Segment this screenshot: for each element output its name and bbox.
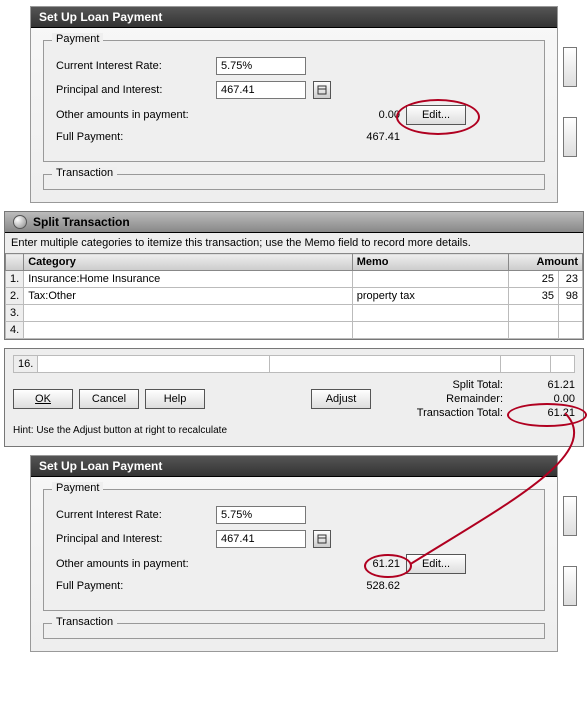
split-table-tail: 16. — [13, 355, 575, 373]
row-num-16: 16. — [14, 356, 38, 373]
table-row[interactable]: 1.Insurance:Home Insurance 2523 — [6, 271, 583, 288]
full-value: 467.41 — [216, 131, 406, 143]
cancel-button[interactable]: Cancel — [79, 389, 139, 409]
side-buttons — [563, 47, 577, 157]
remainder-value: 0.00 — [515, 393, 575, 405]
txn-total-value: 61.21 — [547, 407, 575, 419]
adjust-button[interactable]: Adjust — [311, 389, 371, 409]
row-num: 1. — [6, 271, 24, 288]
table-row[interactable]: 2.Tax:Otherproperty tax3598 — [6, 288, 583, 305]
payment-group-label: Payment — [52, 33, 103, 45]
remainder-label: Remainder: — [417, 393, 503, 405]
other-value: 0.00 — [216, 109, 406, 121]
full-value-2: 528.62 — [216, 580, 406, 592]
payment-group: Payment Current Interest Rate: Principal… — [43, 40, 545, 162]
transaction-group: Transaction — [43, 174, 545, 190]
full-label-2: Full Payment: — [56, 580, 216, 592]
pi-input-2[interactable] — [216, 530, 306, 548]
cell-amount[interactable] — [509, 322, 559, 339]
col-memo[interactable]: Memo — [352, 254, 508, 271]
ok-button[interactable]: OK — [13, 389, 73, 409]
cell-memo[interactable]: property tax — [352, 288, 508, 305]
other-label-2: Other amounts in payment: — [56, 558, 216, 570]
payment-group-2: Payment Current Interest Rate: Principal… — [43, 489, 545, 611]
row-num: 4. — [6, 322, 24, 339]
transaction-group-label: Transaction — [52, 167, 117, 179]
payment-group-label-2: Payment — [52, 482, 103, 494]
cell-amount-16[interactable] — [501, 356, 551, 373]
pi-label: Principal and Interest: — [56, 84, 216, 96]
cell-category[interactable]: Insurance:Home Insurance — [24, 271, 353, 288]
side-button-1[interactable] — [563, 47, 577, 87]
cell-cents[interactable]: 98 — [559, 288, 583, 305]
calculator-icon-2[interactable] — [313, 530, 331, 548]
cell-category[interactable] — [24, 322, 353, 339]
table-row[interactable]: 4. — [6, 322, 583, 339]
help-button[interactable]: Help — [145, 389, 205, 409]
cell-cents[interactable] — [559, 305, 583, 322]
window-title: Set Up Loan Payment — [31, 7, 557, 28]
full-label: Full Payment: — [56, 131, 216, 143]
table-row[interactable]: 3. — [6, 305, 583, 322]
side-buttons-2 — [563, 496, 577, 606]
side-button-2a[interactable] — [563, 496, 577, 536]
split-transaction-window: Split Transaction Enter multiple categor… — [4, 211, 584, 340]
cell-cents[interactable] — [559, 322, 583, 339]
cell-category-16[interactable] — [38, 356, 269, 373]
rate-label-2: Current Interest Rate: — [56, 509, 216, 521]
col-num — [6, 254, 24, 271]
split-title-bar: Split Transaction — [5, 212, 583, 233]
transaction-group-label-2: Transaction — [52, 616, 117, 628]
pi-input[interactable] — [216, 81, 306, 99]
loan-payment-panel-1: Set Up Loan Payment Payment Current Inte… — [30, 6, 558, 203]
other-value-2: 61.21 — [372, 558, 400, 570]
cell-memo[interactable] — [352, 305, 508, 322]
col-category[interactable]: Category — [24, 254, 353, 271]
rate-input-2[interactable] — [216, 506, 306, 524]
cell-amount[interactable] — [509, 305, 559, 322]
cell-cents[interactable]: 23 — [559, 271, 583, 288]
cell-memo[interactable] — [352, 322, 508, 339]
transaction-group-2: Transaction — [43, 623, 545, 639]
side-button-2b[interactable] — [563, 566, 577, 606]
window-title-2: Set Up Loan Payment — [31, 456, 557, 477]
calculator-icon[interactable] — [313, 81, 331, 99]
app-icon — [13, 215, 27, 229]
split-total-label: Split Total: — [417, 379, 503, 391]
edit-button-2[interactable]: Edit... — [406, 554, 466, 574]
other-label: Other amounts in payment: — [56, 109, 216, 121]
edit-button[interactable]: Edit... — [406, 105, 466, 125]
rate-label: Current Interest Rate: — [56, 60, 216, 72]
split-description: Enter multiple categories to itemize thi… — [5, 233, 583, 253]
col-amount[interactable]: Amount — [509, 254, 583, 271]
loan-payment-panel-2: Set Up Loan Payment Payment Current Inte… — [30, 455, 558, 652]
split-table: Category Memo Amount 1.Insurance:Home In… — [5, 253, 583, 339]
cell-amount[interactable]: 25 — [509, 271, 559, 288]
split-title: Split Transaction — [33, 215, 130, 229]
hint-text: Hint: Use the Adjust button at right to … — [13, 425, 575, 436]
side-button-2[interactable] — [563, 117, 577, 157]
cell-memo-16[interactable] — [269, 356, 500, 373]
row-num: 2. — [6, 288, 24, 305]
totals-panel: 16. OK Cancel Help Adjust Split Total: 6… — [4, 348, 584, 447]
txn-total-label: Transaction Total: — [417, 407, 503, 419]
split-total-value: 61.21 — [515, 379, 575, 391]
row-num: 3. — [6, 305, 24, 322]
cell-category[interactable] — [24, 305, 353, 322]
cell-category[interactable]: Tax:Other — [24, 288, 353, 305]
cell-memo[interactable] — [352, 271, 508, 288]
cell-amount[interactable]: 35 — [509, 288, 559, 305]
rate-input[interactable] — [216, 57, 306, 75]
cell-cents-16[interactable] — [551, 356, 575, 373]
pi-label-2: Principal and Interest: — [56, 533, 216, 545]
